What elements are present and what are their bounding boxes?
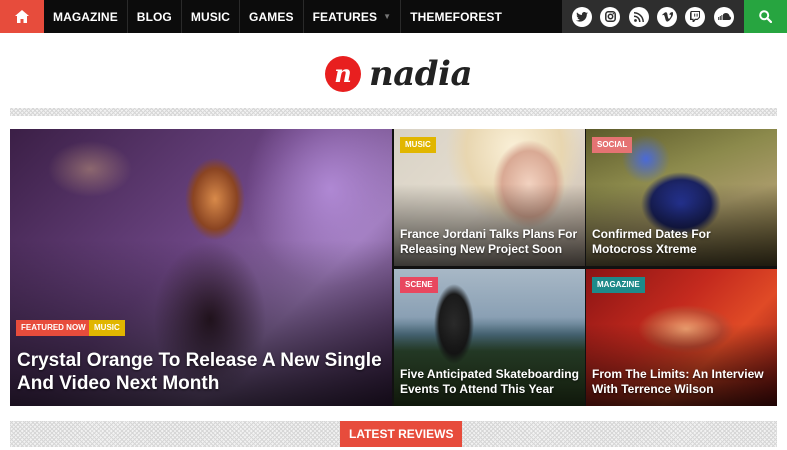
featured-post-title[interactable]: Crystal Orange To Release A New Single A… <box>17 350 386 396</box>
menu-item-themeforest[interactable]: THEMEFOREST <box>401 0 511 33</box>
main-menu: MAGAZINE BLOG MUSIC GAMES FEATURES ▼ THEM… <box>44 0 511 33</box>
search-button[interactable] <box>744 0 787 33</box>
twitch-icon[interactable] <box>685 6 706 27</box>
post-card[interactable]: SCENE Five Anticipated Skateboarding Eve… <box>394 269 585 406</box>
featured-grid: FEATURED NOW MUSIC Crystal Orange To Rel… <box>10 129 777 406</box>
chevron-down-icon: ▼ <box>383 12 392 21</box>
menu-item-music[interactable]: MUSIC <box>182 0 241 33</box>
site-logo[interactable]: n nadia <box>325 54 472 94</box>
menu-item-magazine[interactable]: MAGAZINE <box>44 0 128 33</box>
category-badge[interactable]: SCENE <box>400 277 438 293</box>
category-badge[interactable]: MAGAZINE <box>592 277 645 293</box>
logo-text: nadia <box>369 54 472 94</box>
header-divider <box>10 108 777 116</box>
featured-now-badge[interactable]: FEATURED NOW <box>16 320 91 336</box>
category-badge[interactable]: SOCIAL <box>592 137 633 153</box>
social-links <box>562 0 744 33</box>
post-title[interactable]: Confirmed Dates For Motocross Xtreme <box>592 227 771 256</box>
featured-post-card[interactable]: FEATURED NOW MUSIC Crystal Orange To Rel… <box>10 129 392 406</box>
menu-item-games[interactable]: GAMES <box>240 0 304 33</box>
category-badge[interactable]: MUSIC <box>89 320 125 336</box>
post-card[interactable]: SOCIAL Confirmed Dates For Motocross Xtr… <box>586 129 777 266</box>
latest-reviews-heading[interactable]: LATEST REVIEWS <box>340 421 463 447</box>
search-icon <box>759 10 772 23</box>
menu-item-blog[interactable]: BLOG <box>128 0 182 33</box>
home-icon <box>15 10 29 23</box>
post-title[interactable]: Five Anticipated Skateboarding Events To… <box>400 367 579 396</box>
post-card[interactable]: MUSIC France Jordani Talks Plans For Rel… <box>394 129 585 266</box>
post-title[interactable]: From The Limits: An Interview With Terre… <box>592 367 771 396</box>
home-button[interactable] <box>0 0 44 33</box>
menu-item-features[interactable]: FEATURES ▼ <box>304 0 402 33</box>
instagram-icon[interactable] <box>600 6 621 27</box>
category-badge[interactable]: MUSIC <box>400 137 436 153</box>
twitter-icon[interactable] <box>572 6 593 27</box>
top-navigation-bar: MAGAZINE BLOG MUSIC GAMES FEATURES ▼ THEM… <box>0 0 787 33</box>
logo-mark: n <box>325 56 361 92</box>
post-card[interactable]: MAGAZINE From The Limits: An Interview W… <box>586 269 777 406</box>
soundcloud-icon[interactable] <box>713 6 734 27</box>
post-title[interactable]: France Jordani Talks Plans For Releasing… <box>400 227 579 256</box>
vimeo-icon[interactable] <box>657 6 678 27</box>
rss-icon[interactable] <box>628 6 649 27</box>
